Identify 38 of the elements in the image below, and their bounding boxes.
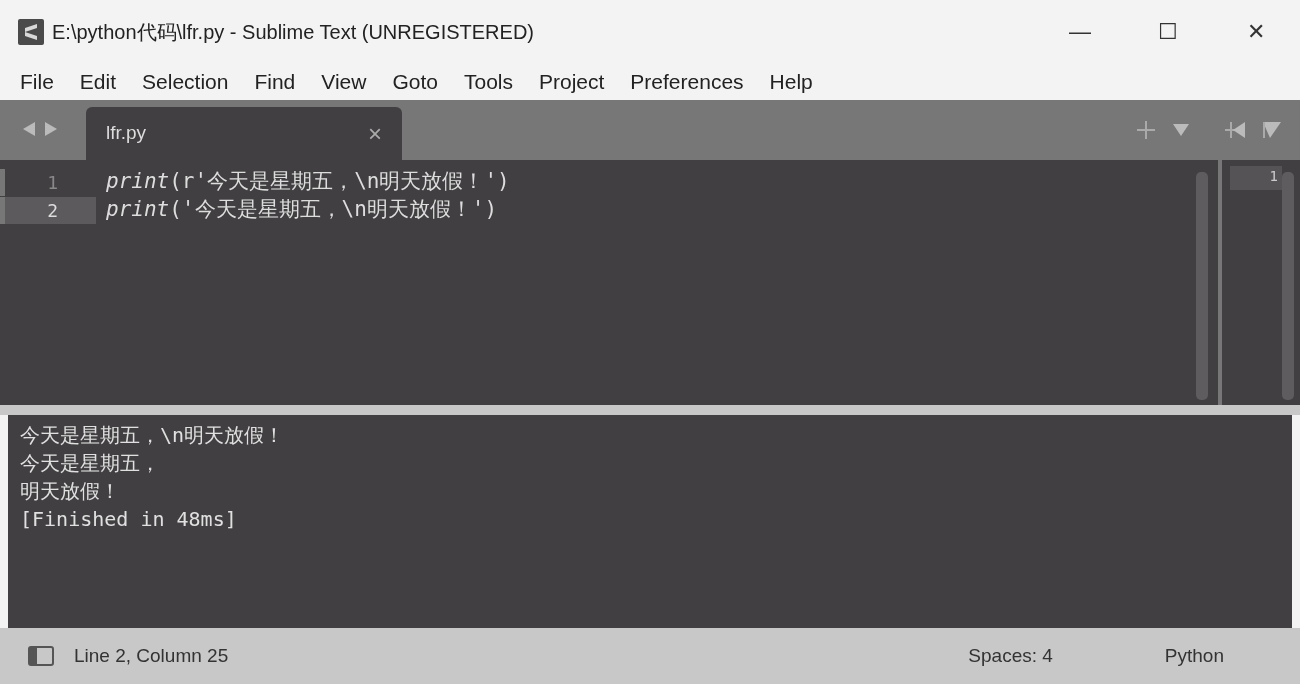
sidebar-toggle-icon[interactable] bbox=[28, 646, 54, 666]
close-tab-button[interactable]: × bbox=[368, 115, 382, 152]
menu-item[interactable]: Goto bbox=[392, 65, 438, 98]
tab-label: lfr.py bbox=[106, 121, 147, 146]
scrollbar[interactable] bbox=[1196, 172, 1208, 400]
collapse-icon[interactable] bbox=[1224, 121, 1246, 139]
forward-icon[interactable] bbox=[44, 121, 58, 137]
output-line: 明天放假！ bbox=[20, 478, 121, 505]
window-title: E:\python代码\lfr.py - Sublime Text (UNREGISTERED) bbox=[52, 19, 534, 45]
minimize-button[interactable]: — bbox=[1036, 6, 1124, 57]
line-number: 2 bbox=[0, 196, 96, 224]
app-logo-icon bbox=[18, 18, 44, 45]
menu-item[interactable]: Project bbox=[539, 65, 605, 98]
expand-icon[interactable] bbox=[1262, 121, 1282, 139]
dropdown-icon[interactable] bbox=[1172, 123, 1190, 137]
menu-item[interactable]: Find bbox=[254, 65, 296, 98]
code-line: print(r'今天是星期五，\n明天放假！') bbox=[106, 168, 510, 196]
maximize-button[interactable]: ☐ bbox=[1124, 6, 1212, 57]
menu-item[interactable]: Help bbox=[769, 65, 813, 98]
output-line: [Finished in 48ms] bbox=[20, 506, 238, 533]
indentation-setting[interactable]: Spaces: 4 bbox=[968, 641, 1053, 671]
menu-item[interactable]: Selection bbox=[142, 65, 229, 98]
menu-item[interactable]: Preferences bbox=[630, 65, 744, 98]
plus-icon[interactable] bbox=[1136, 120, 1156, 140]
file-tab[interactable]: lfr.py × bbox=[86, 107, 402, 160]
menu-item[interactable]: Tools bbox=[463, 65, 513, 98]
menu-item[interactable]: File bbox=[20, 65, 54, 98]
scrollbar[interactable] bbox=[1282, 172, 1294, 400]
output-line: 今天是星期五， bbox=[20, 450, 161, 477]
output-line: 今天是星期五，\n明天放假！ bbox=[20, 422, 286, 449]
menu-item[interactable]: Edit bbox=[79, 65, 117, 98]
close-button[interactable]: ✕ bbox=[1212, 6, 1300, 57]
back-icon[interactable] bbox=[22, 121, 36, 137]
syntax-setting[interactable]: Python bbox=[1164, 641, 1224, 671]
cursor-position: Line 2, Column 25 bbox=[74, 643, 229, 668]
minimap-line-number: 1 bbox=[1230, 166, 1282, 190]
menu-item[interactable]: View bbox=[321, 65, 367, 98]
code-line: print('今天是星期五，\n明天放假！') bbox=[106, 196, 498, 224]
